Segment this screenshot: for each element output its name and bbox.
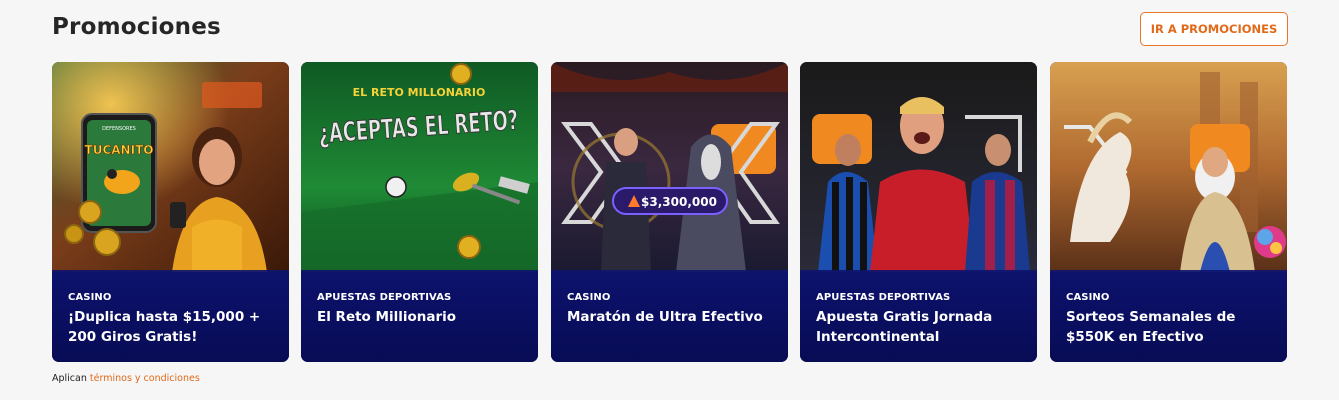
promo-card-jornada-intercontinental[interactable]: APUESTAS DEPORTIVAS Apuesta Gratis Jorna… (800, 62, 1037, 362)
promo-category: CASINO (567, 292, 611, 303)
promo-card-info: CASINO Maratón de Ultra Efectivo (551, 270, 788, 362)
promo-card-casino-duplica[interactable]: TUCANITO DEFENSORES CASINO ¡Duplica hast… (52, 62, 289, 362)
promo-card-info: APUESTAS DEPORTIVAS El Reto Millionario (301, 270, 538, 362)
promo-card-info: APUESTAS DEPORTIVAS Apuesta Gratis Jorna… (800, 270, 1037, 362)
go-to-promotions-button[interactable]: IR A PROMOCIONES (1140, 12, 1288, 46)
promotions-carousel: TUCANITO DEFENSORES CASINO ¡Duplica hast… (52, 62, 1288, 362)
promo-card-maraton-ultra-efectivo[interactable]: $3,300,000 CASINO Maratón de Ultra Efect… (551, 62, 788, 362)
promo-category: CASINO (1066, 292, 1110, 303)
promo-card-reto-millonario[interactable]: EL RETO MILLONARIO ¿ACEPTAS EL RETO? APU… (301, 62, 538, 362)
promo-image-sorteos (1050, 62, 1287, 272)
promo-category: CASINO (68, 292, 112, 303)
promo-title: Sorteos Semanales de $550K en Efectivo (1066, 309, 1236, 345)
promo-title: El Reto Millionario (317, 309, 457, 325)
tucanito-logo-text: TUCANITO (85, 143, 154, 157)
promo-card-info: CASINO ¡Duplica hasta $15,000 + 200 Giro… (52, 270, 289, 362)
defensores-logo-text: DEFENSORES (102, 126, 136, 132)
promo-card-sorteos-semanales[interactable]: CASINO Sorteos Semanales de $550K en Efe… (1050, 62, 1287, 362)
promo-image-reto: EL RETO MILLONARIO ¿ACEPTAS EL RETO? (301, 62, 538, 272)
terms-link[interactable]: términos y condiciones (90, 373, 200, 384)
prize-amount-badge: $3,300,000 (641, 195, 717, 209)
page-title: Promociones (52, 14, 221, 40)
terms-footnote: Aplican términos y condiciones (52, 373, 200, 384)
promo-category: APUESTAS DEPORTIVAS (816, 292, 951, 303)
promo-category: APUESTAS DEPORTIVAS (317, 292, 452, 303)
reto-millonario-art-text: EL RETO MILLONARIO (353, 86, 486, 99)
promo-title: ¡Duplica hasta $15,000 + 200 Giros Grati… (68, 309, 261, 345)
promo-image-tucanito: TUCANITO DEFENSORES (52, 62, 289, 272)
promo-image-futbolistas (800, 62, 1037, 272)
promo-image-maraton: $3,300,000 (551, 62, 788, 272)
promo-card-info: CASINO Sorteos Semanales de $550K en Efe… (1050, 270, 1287, 362)
terms-prefix: Aplican (52, 373, 87, 384)
promo-title: Apuesta Gratis Jornada Intercontinental (816, 309, 993, 345)
promo-title: Maratón de Ultra Efectivo (567, 309, 763, 325)
